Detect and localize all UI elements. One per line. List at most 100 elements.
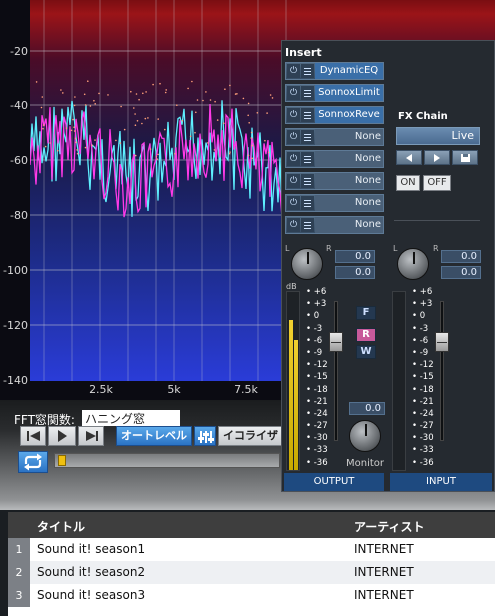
db-scale-tick: • 0 — [306, 311, 320, 322]
input-fader-track[interactable] — [440, 301, 444, 441]
power-icon[interactable]: ⏻ — [287, 86, 300, 100]
insert-slot[interactable]: ⏻ None — [285, 128, 384, 146]
column-header-artist[interactable]: アーティスト — [354, 518, 425, 535]
menu-icon[interactable] — [301, 108, 314, 122]
db-scale-tick: • -18 — [306, 384, 328, 395]
insert-slot[interactable]: ⏻ SonnoxReve — [285, 106, 384, 124]
y-axis-label: -140 — [3, 374, 28, 387]
skip-back-icon — [27, 431, 40, 441]
insert-slot-name[interactable]: SonnoxReve — [315, 107, 383, 123]
db-scale-tick: • -30 — [306, 433, 328, 444]
insert-slot-name[interactable]: DynamicEQ — [315, 63, 383, 79]
fx-chain-title: FX Chain — [398, 111, 448, 122]
table-row[interactable]: 1 Sound it! season1 INTERNET — [8, 538, 495, 561]
skip-forward-icon — [86, 431, 98, 441]
fx-next-button[interactable] — [424, 150, 450, 165]
db-scale-tick: • -15 — [306, 372, 328, 383]
insert-slot[interactable]: ⏻ None — [285, 194, 384, 212]
power-icon[interactable]: ⏻ — [287, 130, 300, 144]
insert-slot-name[interactable]: None — [315, 217, 383, 233]
equalizer-button[interactable]: イコライザ — [218, 426, 286, 446]
repeat-button[interactable] — [18, 451, 48, 473]
output-level-meter — [286, 291, 300, 471]
output-pan-knob[interactable] — [291, 248, 323, 280]
insert-slot[interactable]: ⏻ None — [285, 172, 384, 190]
track-title: Sound it! season2 — [37, 565, 146, 579]
x-axis-label: 2.5k — [89, 383, 113, 396]
output-value[interactable]: 0.0 — [335, 250, 375, 263]
monitor-knob[interactable] — [349, 420, 381, 452]
output-fader-track[interactable] — [334, 301, 338, 441]
menu-icon[interactable] — [301, 86, 314, 100]
menu-icon[interactable] — [301, 218, 314, 232]
f-button[interactable]: F — [356, 306, 376, 320]
pan-right-label: R — [433, 244, 439, 253]
output-fader[interactable] — [329, 332, 343, 352]
play-button[interactable] — [48, 426, 76, 446]
insert-slot-name[interactable]: None — [315, 173, 383, 189]
menu-icon[interactable] — [301, 130, 314, 144]
insert-slot-name[interactable]: None — [315, 151, 383, 167]
table-row[interactable]: 3 Sound it! season3 INTERNET — [8, 584, 495, 607]
seek-thumb[interactable] — [58, 455, 66, 466]
fx-off-button[interactable]: OFF — [423, 175, 451, 191]
seek-bar[interactable] — [54, 453, 280, 468]
column-header-title[interactable]: タイトル — [37, 518, 85, 535]
db-scale-tick: • -36 — [306, 457, 328, 468]
fx-chain-preset-select[interactable]: Live — [396, 127, 480, 145]
output-label: OUTPUT — [284, 473, 384, 491]
skip-forward-button[interactable] — [78, 426, 104, 446]
db-label: dB — [286, 282, 297, 291]
insert-slot[interactable]: ⏻ SonnoxLimit — [285, 84, 384, 102]
menu-icon[interactable] — [301, 64, 314, 78]
insert-title: Insert — [285, 46, 322, 59]
divider — [394, 220, 480, 221]
input-value[interactable]: 0.0 — [441, 266, 481, 279]
input-pan-knob[interactable] — [397, 248, 429, 280]
eq-toggle-button[interactable] — [194, 426, 216, 446]
db-scale-tick: • +6 — [306, 287, 327, 297]
output-db-scale: • +6 • +3 • 0 • -3 • -6 • -9 • -12 • -15 • -18 • … — [306, 286, 334, 469]
insert-slot[interactable]: ⏻ DynamicEQ — [285, 62, 384, 80]
monitor-value[interactable]: 0.0 — [349, 402, 385, 415]
db-scale-tick: • -15 — [412, 372, 434, 383]
input-value[interactable]: 0.0 — [441, 250, 481, 263]
db-scale-tick: • -27 — [412, 421, 434, 432]
w-button[interactable]: W — [356, 345, 376, 359]
r-button[interactable]: R — [356, 328, 376, 342]
table-row[interactable]: 2 Sound it! season2 INTERNET — [8, 561, 495, 584]
menu-icon[interactable] — [301, 174, 314, 188]
db-scale-tick: • -33 — [412, 445, 434, 456]
power-icon[interactable]: ⏻ — [287, 218, 300, 232]
y-axis-label: -120 — [3, 319, 28, 332]
fx-on-button[interactable]: ON — [396, 175, 420, 191]
insert-slot[interactable]: ⏻ None — [285, 150, 384, 168]
autolevel-button[interactable]: オートレベル — [116, 426, 192, 446]
db-scale-tick: • -30 — [412, 433, 434, 444]
output-value[interactable]: 0.0 — [335, 266, 375, 279]
playlist-table: タイトル アーティスト 1 Sound it! season1 INTERNET… — [8, 512, 495, 616]
insert-slot-name[interactable]: None — [315, 129, 383, 145]
power-icon[interactable]: ⏻ — [287, 196, 300, 210]
power-icon[interactable]: ⏻ — [287, 174, 300, 188]
menu-icon[interactable] — [301, 152, 314, 166]
power-icon[interactable]: ⏻ — [287, 108, 300, 122]
play-icon — [58, 430, 67, 442]
fft-window-select[interactable]: ハニング窓 — [82, 410, 180, 426]
triangle-left-icon — [406, 154, 412, 162]
input-fader[interactable] — [435, 332, 449, 352]
skip-back-button[interactable] — [20, 426, 46, 446]
menu-icon[interactable] — [301, 196, 314, 210]
insert-slot-name[interactable]: SonnoxLimit — [315, 85, 383, 101]
db-scale-tick: • -12 — [412, 360, 434, 371]
insert-slot-name[interactable]: None — [315, 195, 383, 211]
fx-save-button[interactable] — [452, 150, 478, 165]
y-axis-label: -60 — [10, 154, 28, 167]
power-icon[interactable]: ⏻ — [287, 64, 300, 78]
input-label: INPUT — [390, 473, 492, 491]
fx-prev-button[interactable] — [396, 150, 422, 165]
db-scale-tick: • -24 — [306, 408, 328, 419]
power-icon[interactable]: ⏻ — [287, 152, 300, 166]
db-scale-tick: • -21 — [412, 396, 434, 407]
insert-slot[interactable]: ⏻ None — [285, 216, 384, 234]
